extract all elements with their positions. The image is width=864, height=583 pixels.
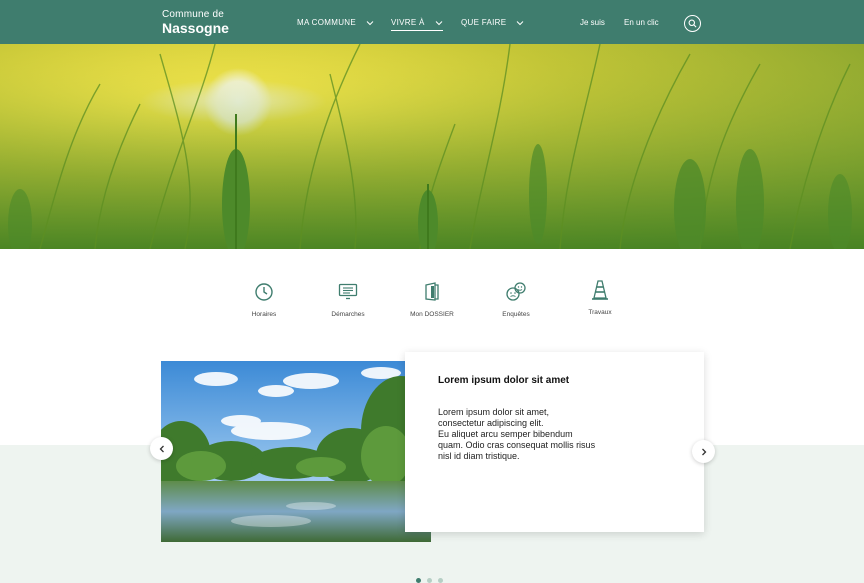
nav-vivre-a[interactable]: VIVRE À (391, 18, 443, 31)
quick-link-label: Travaux (588, 309, 612, 316)
nav-link-je-suis[interactable]: Je suis (580, 18, 605, 27)
carousel-dot-3[interactable] (438, 578, 443, 583)
search-icon (688, 19, 697, 28)
carousel-pagination (416, 578, 443, 583)
chevron-left-icon (159, 445, 164, 452)
quick-link-travaux[interactable]: Travaux (565, 278, 635, 316)
nav-ma-commune[interactable]: MA COMMUNE (297, 18, 374, 27)
slide-text-line: consectetur adipiscing elit. (438, 418, 544, 428)
quick-link-horaires[interactable]: Horaires (229, 280, 299, 318)
wheat-field-illustration (0, 44, 864, 249)
site-logo[interactable]: Commune de Nassogne (162, 9, 229, 36)
carousel-prev-button[interactable] (150, 437, 173, 460)
survey-icon (506, 282, 526, 301)
hero-image (0, 44, 864, 249)
nav-link-en-un-clic[interactable]: En un clic (624, 18, 659, 27)
slide-text: Lorem ipsum dolor sit amet, consectetur … (438, 407, 638, 462)
slide-card: Lorem ipsum dolor sit amet Lorem ipsum d… (405, 352, 704, 532)
quick-link-label: Mon DOSSIER (410, 311, 454, 318)
quick-link-enquetes[interactable]: Enquêtes (481, 280, 551, 318)
site-header: Commune de Nassogne MA COMMUNE VIVRE À Q… (0, 0, 864, 44)
search-button[interactable] (684, 15, 701, 32)
nav-label: MA COMMUNE (297, 18, 356, 27)
quick-link-label: Horaires (251, 311, 277, 318)
nav-label: VIVRE À (391, 18, 425, 27)
slide-title: Lorem ipsum dolor sit amet (438, 375, 570, 386)
quick-link-mon-dossier[interactable]: Mon DOSSIER (397, 280, 467, 318)
quick-link-demarches[interactable]: Démarches (313, 280, 383, 318)
quick-link-label: Démarches (331, 311, 365, 318)
chevron-down-icon (517, 20, 524, 25)
traffic-cone-icon (592, 280, 608, 300)
folder-icon (425, 282, 439, 301)
slide-image (161, 361, 431, 542)
nav-que-faire[interactable]: QUE FAIRE (461, 18, 524, 27)
chevron-right-icon (701, 448, 706, 455)
carousel-dot-2[interactable] (427, 578, 432, 583)
chevron-down-icon (435, 20, 443, 25)
logo-line-2: Nassogne (162, 20, 229, 36)
form-icon (338, 283, 358, 300)
slide-text-line: quam. Odio cras consequat mollis risus (438, 440, 596, 450)
carousel-dot-1[interactable] (416, 578, 421, 583)
quick-link-label: Enquêtes (502, 311, 530, 318)
slide-text-line: Eu aliquet arcu semper bibendum (438, 429, 573, 439)
chevron-down-icon (366, 20, 374, 25)
lake-landscape-illustration (161, 361, 431, 542)
nav-label: QUE FAIRE (461, 18, 507, 27)
slide-text-line: nisl id diam tristique. (438, 451, 520, 461)
clock-icon (255, 283, 273, 301)
logo-line-1: Commune de (162, 9, 225, 20)
slide-text-line: Lorem ipsum dolor sit amet, (438, 407, 550, 417)
carousel-next-button[interactable] (692, 440, 715, 463)
